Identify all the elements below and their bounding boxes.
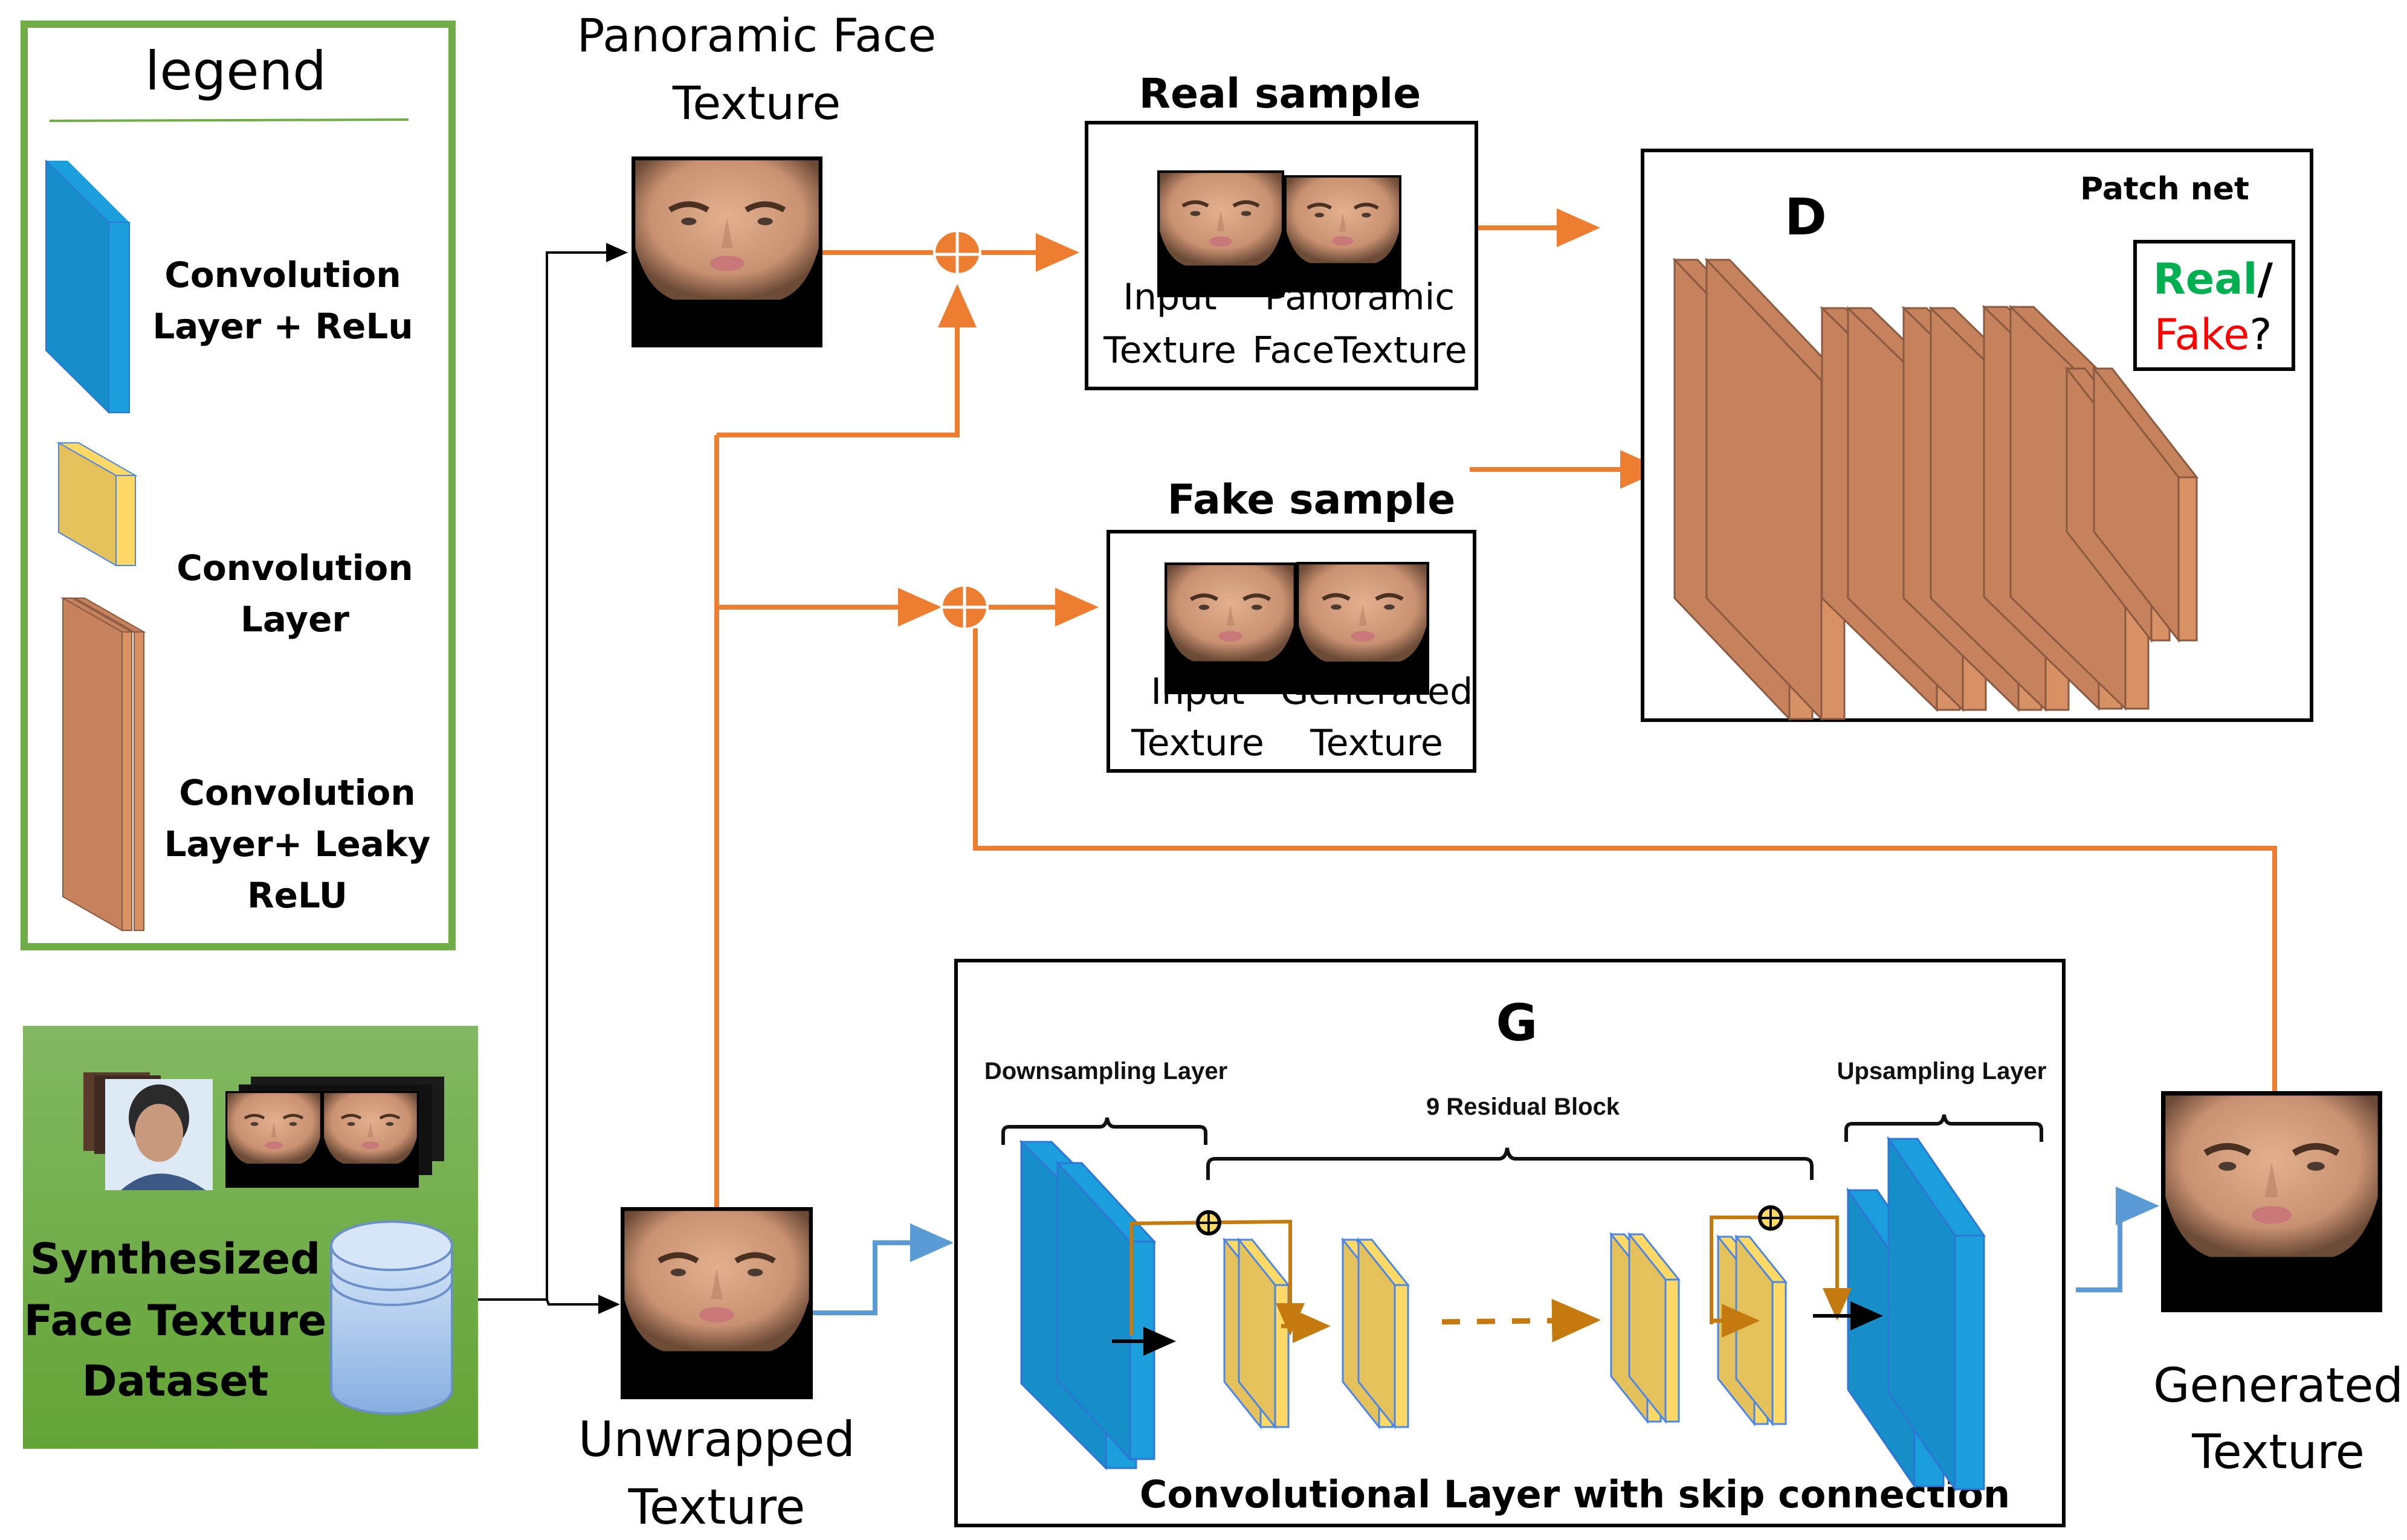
real-right-label-1: Panoramic	[1265, 276, 1455, 318]
output-slash: /	[2258, 254, 2273, 304]
fake-right-label-2: Texture	[1310, 722, 1443, 764]
real-left-label-1: Input	[1123, 276, 1216, 318]
discriminator-output-line2: Fake?	[2154, 310, 2272, 359]
real-right-label-2: FaceTexture	[1252, 329, 1467, 372]
skip-add-icon-2	[1758, 1205, 1783, 1231]
panoramic-label-line1: Panoramic Face	[577, 8, 936, 62]
panoramic-face-image	[632, 156, 822, 347]
generator-caption: Convolutional Layer with skip connection	[1140, 1472, 2010, 1516]
legend-item-1-line1: Convolution	[164, 254, 401, 295]
legend-item-2-line2: Layer	[241, 599, 349, 640]
fake-left-label-1: Input	[1151, 671, 1244, 713]
legend-item-1-line2: Layer + ReLu	[152, 306, 413, 347]
arrow-unwrapped-to-generator	[813, 1223, 954, 1315]
real-sample-title: Real sample	[1139, 70, 1421, 118]
legend-item-3-line1: Convolution	[179, 772, 415, 813]
brown-conv-leaky-layer-icon	[60, 597, 146, 932]
output-question: ?	[2249, 310, 2272, 359]
real-panoramic-texture-image	[1284, 175, 1401, 292]
diagram-canvas: legend Convolution Layer + ReLu Convolut…	[21, 8, 2403, 1535]
generator-label: G	[1496, 993, 1538, 1052]
arrow-to-panoramic	[478, 243, 628, 1301]
fake-sample-title: Fake sample	[1168, 476, 1456, 524]
legend-panel: legend Convolution Layer + ReLu Convolut…	[21, 21, 456, 950]
legend-title: legend	[145, 40, 326, 102]
legend-divider	[49, 118, 409, 122]
skip-add-icon-1	[1196, 1210, 1221, 1236]
dataset-label-line2: Face Texture	[24, 1296, 327, 1345]
real-sample-box: Input Texture Panoramic FaceTexture	[1085, 121, 1478, 390]
unwrapped-label-line1: Unwrapped	[578, 1411, 855, 1468]
output-real: Real	[2153, 254, 2258, 304]
arrow-generator-to-output	[2076, 1187, 2159, 1292]
legend-item-3-line3: ReLU	[247, 875, 347, 916]
generated-label-line1: Generated	[2153, 1359, 2403, 1413]
generator-box: G Downsampling Layer 9 Residual Block Up…	[954, 959, 2066, 1527]
legend-item-2-line1: Convolution	[176, 547, 413, 588]
arrow-to-unwrapped	[546, 1295, 620, 1314]
unwrapped-face-image	[621, 1207, 813, 1399]
upsampling-label: Upsampling Layer	[1837, 1058, 2047, 1084]
concat-junction-top-icon	[933, 230, 981, 275]
discriminator-output-line1: Real/	[2153, 254, 2273, 304]
database-icon	[330, 1220, 453, 1415]
real-left-label-2: Texture	[1103, 329, 1236, 372]
texture-stack-icon	[225, 1077, 444, 1188]
panoramic-label-line2: Texture	[672, 76, 841, 130]
discriminator-label: D	[1785, 187, 1827, 246]
concat-junction-bottom-icon	[940, 584, 989, 630]
fake-left-label-2: Texture	[1131, 722, 1264, 764]
generated-face-image	[2161, 1091, 2382, 1312]
unwrapped-label-line2: Texture	[628, 1479, 806, 1535]
dataset-panel: Synthesized Face Texture Dataset	[23, 1026, 478, 1449]
dataset-label-line1: Synthesized	[30, 1234, 321, 1284]
discriminator-subtitle: Patch net	[2080, 171, 2249, 207]
discriminator-box: D Patch net Real/ Fake?	[1641, 149, 2313, 722]
fake-sample-box: Input Texture Generated Texture	[1107, 530, 1476, 773]
legend-item-3-line2: Layer+ Leaky	[164, 823, 431, 865]
dataset-label-line3: Dataset	[82, 1356, 269, 1406]
residual-label: 9 Residual Block	[1426, 1094, 1620, 1120]
fake-right-label-1: Generated	[1281, 671, 1473, 713]
downsampling-label: Downsampling Layer	[984, 1058, 1227, 1084]
generated-label-line2: Texture	[2191, 1425, 2365, 1480]
dataset-connectors	[478, 243, 628, 1314]
output-fake: Fake	[2154, 310, 2250, 359]
